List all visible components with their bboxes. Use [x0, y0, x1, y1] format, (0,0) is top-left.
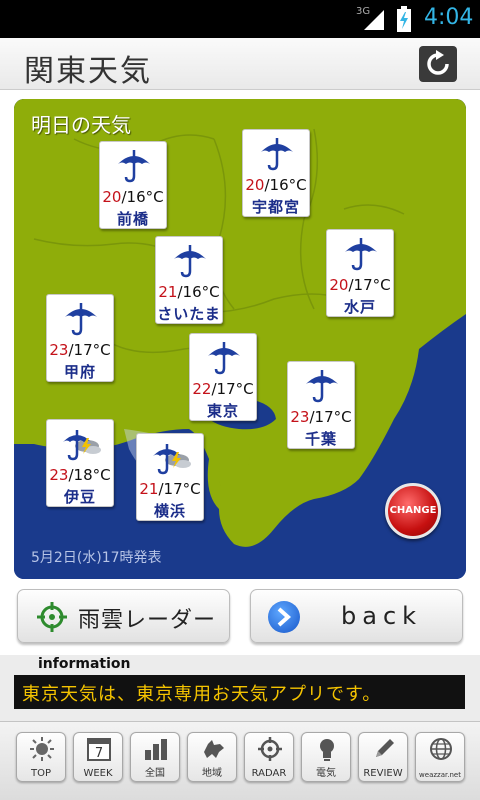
nav-label: weazzar.net [419, 771, 461, 779]
nav-region[interactable]: 地域 [187, 732, 237, 782]
rain-radar-button[interactable]: 雨雲レーダー [17, 589, 230, 643]
weather-map-panel: 明日の天気 20/16°C 前橋 20/16°C 宇都宮 21/16°C さいた… [14, 99, 466, 579]
nav-review[interactable]: REVIEW [358, 732, 408, 782]
nav-label: TOP [30, 768, 51, 779]
nav-label: 地域 [202, 768, 222, 779]
signal-icon [364, 10, 384, 30]
temperature: 21/17°C [139, 480, 201, 498]
city-card-mito[interactable]: 20/17°C 水戸 [326, 229, 394, 317]
information-area: information 東京天気は、東京専用お天気アプリです。 [0, 655, 480, 721]
nav-label: RADAR [251, 768, 287, 779]
temperature: 22/17°C [192, 380, 254, 398]
umbrella-thunder-icon [63, 430, 101, 461]
umbrella-icon [345, 238, 377, 271]
nav-label: WEEK [83, 768, 113, 779]
pencil-icon [376, 739, 394, 757]
nav-top[interactable]: TOP [16, 732, 66, 782]
nav-label: 電気 [316, 768, 336, 779]
umbrella-thunder-icon [153, 444, 191, 475]
city-card-tokyo[interactable]: 22/17°C 東京 [189, 333, 257, 421]
panel-title: 明日の天気 [31, 113, 131, 137]
status-bar: 3G 4:04 [0, 0, 480, 38]
nav-label: REVIEW [363, 768, 403, 779]
bar-graph-icon [145, 739, 167, 760]
umbrella-icon [306, 370, 338, 403]
app-header: 関東天気 [0, 38, 480, 90]
city-name: 甲府 [63, 363, 96, 381]
sun-icon [30, 737, 54, 761]
globe-icon [430, 738, 452, 760]
forecast-timestamp: 5月2日(水)17時発表 [31, 550, 162, 566]
crosshair-icon [37, 602, 67, 632]
temperature: 20/17°C [329, 276, 391, 294]
umbrella-icon [208, 342, 240, 375]
change-button[interactable]: CHANGE [385, 483, 441, 539]
city-card-izu[interactable]: 23/18°C 伊豆 [46, 419, 114, 507]
umbrella-icon [174, 245, 206, 278]
lightbulb-icon [320, 739, 334, 761]
city-card-kofu[interactable]: 23/17°C 甲府 [46, 294, 114, 382]
temperature: 23/17°C [290, 408, 352, 426]
temperature: 23/17°C [49, 341, 111, 359]
city-name: 千葉 [304, 430, 337, 448]
city-name: 横浜 [153, 502, 186, 520]
battery-icon [397, 6, 411, 32]
nav-week[interactable]: 7 WEEK [73, 732, 123, 782]
information-label: information [38, 656, 131, 672]
umbrella-icon [118, 150, 150, 183]
information-message: 東京天気は、東京専用お天気アプリです。 [22, 684, 382, 705]
temperature: 20/16°C [245, 176, 307, 194]
calendar-7-icon: 7 [87, 738, 111, 761]
city-card-maebashi[interactable]: 20/16°C 前橋 [99, 141, 167, 229]
refresh-icon [427, 50, 449, 75]
nav-label: 全国 [145, 768, 165, 779]
temperature: 21/16°C [158, 283, 220, 301]
nav-website[interactable]: weazzar.net [415, 732, 465, 782]
bottom-nav: TOP 7 WEEK 全国 地域 RADAR 電気 REVIEW weazzar… [0, 721, 480, 800]
city-card-utsunomiya[interactable]: 20/16°C 宇都宮 [242, 129, 310, 217]
page-title: 関東天気 [24, 54, 152, 89]
crosshair-icon [258, 737, 282, 761]
nav-national[interactable]: 全国 [130, 732, 180, 782]
temperature: 20/16°C [102, 188, 164, 206]
city-name: 伊豆 [63, 488, 96, 506]
hokkaido-map-icon [204, 740, 224, 758]
city-card-yokohama[interactable]: 21/17°C 横浜 [136, 433, 204, 521]
nav-radar[interactable]: RADAR [244, 732, 294, 782]
city-name: 前橋 [116, 210, 149, 228]
city-name: さいたま [157, 305, 221, 323]
temperature: 23/18°C [49, 466, 111, 484]
refresh-button[interactable] [419, 46, 457, 82]
city-name: 東京 [206, 402, 239, 420]
information-ticker[interactable]: 東京天気は、東京専用お天気アプリです。 [14, 675, 465, 709]
city-name: 水戸 [343, 298, 376, 316]
umbrella-icon [261, 138, 293, 171]
calendar-badge: 7 [95, 746, 103, 761]
rain-radar-label: 雨雲レーダー [78, 608, 217, 633]
city-name: 宇都宮 [251, 198, 300, 216]
arrow-right-icon [268, 601, 300, 633]
city-card-chiba[interactable]: 23/17°C 千葉 [287, 361, 355, 449]
back-button[interactable]: back [250, 589, 463, 643]
back-label: back [341, 602, 423, 630]
nav-electricity[interactable]: 電気 [301, 732, 351, 782]
umbrella-icon [65, 303, 97, 336]
city-card-saitama[interactable]: 21/16°C さいたま [155, 236, 223, 324]
clock: 4:04 [424, 5, 474, 30]
